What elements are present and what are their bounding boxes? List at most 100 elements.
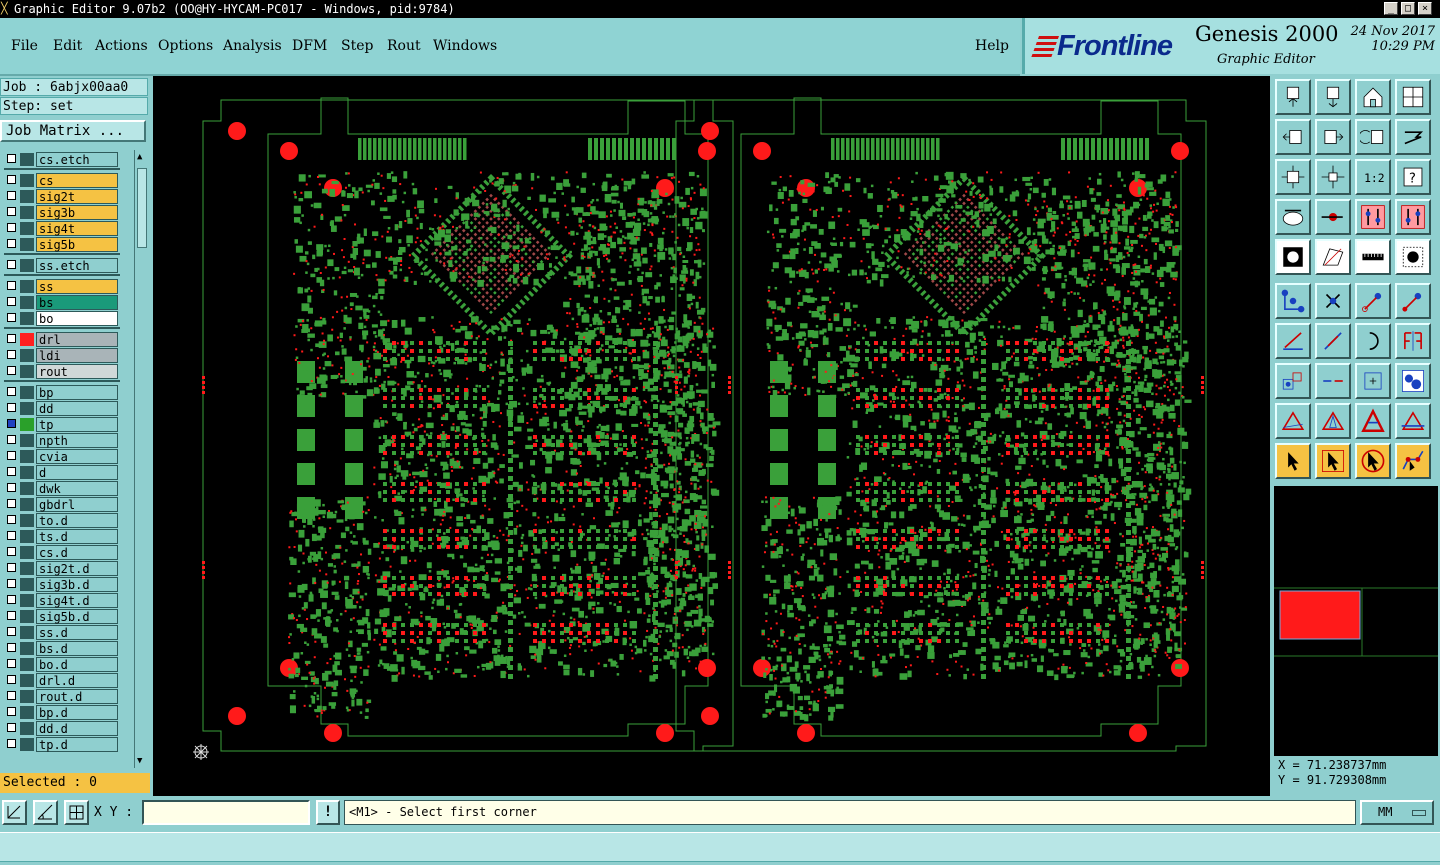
circle-tool-button[interactable] [1395,239,1431,275]
layer-checkbox[interactable] [7,595,16,604]
box-tool-button[interactable] [1355,363,1391,399]
menu-windows[interactable]: Windows [433,38,497,54]
layer-name[interactable]: rout.d [36,689,118,704]
layer-row-ts-d[interactable]: ts.d [4,529,120,544]
pointer-tool-button[interactable] [1275,443,1311,479]
layer-row-sig5b[interactable]: sig5b [4,237,120,252]
layer-checkbox[interactable] [7,675,16,684]
layer-checkbox[interactable] [7,451,16,460]
layer-color-swatch[interactable] [20,610,34,623]
layer-checkbox[interactable] [7,191,16,200]
layer-name[interactable]: bo.d [36,657,118,672]
layer-row-sig3b-d[interactable]: sig3b.d [4,577,120,592]
layer-row-bp[interactable]: bp [4,385,120,400]
layer-color-swatch[interactable] [20,312,34,325]
layer-checkbox[interactable] [7,467,16,476]
layer-color-swatch[interactable] [20,690,34,703]
layer-row-ss-d[interactable]: ss.d [4,625,120,640]
layer-checkbox[interactable] [7,419,16,428]
layer-name[interactable]: ss.etch [36,258,118,273]
layer-name[interactable]: sig5b.d [36,609,118,624]
polygon-tool-button[interactable] [1315,239,1351,275]
layer-color-swatch[interactable] [20,482,34,495]
menu-edit[interactable]: Edit [53,38,82,54]
layer-name[interactable]: drl.d [36,673,118,688]
xy-input[interactable] [142,800,310,825]
layer-color-swatch[interactable] [20,349,34,362]
layer-row-gbdrl[interactable]: gbdrl [4,497,120,512]
select-tool-button[interactable] [1315,443,1351,479]
job-matrix-button[interactable]: Job Matrix ... [0,120,146,142]
layer-color-swatch[interactable] [20,206,34,219]
layer-color-swatch[interactable] [20,498,34,511]
layer-row-tp[interactable]: tp [4,417,120,432]
layer-row-drl[interactable]: drl [4,332,120,347]
layer-checkbox[interactable] [7,691,16,700]
layer-checkbox[interactable] [7,297,16,306]
layer-row-bs-d[interactable]: bs.d [4,641,120,656]
layer-name[interactable]: dd.d [36,721,118,736]
maximize-button[interactable]: □ [1401,2,1415,15]
layer-name[interactable]: sig2t.d [36,561,118,576]
cross-tool-button[interactable] [1315,283,1351,319]
measure-tool-button[interactable] [1315,199,1351,235]
triangle3-tool-button[interactable] [1355,403,1391,439]
layer-name[interactable]: to.d [36,513,118,528]
layer-row-bp-d[interactable]: bp.d [4,705,120,720]
select2-tool-button[interactable] [1355,443,1391,479]
layer-name[interactable]: bo [36,311,118,326]
layer-row-to-d[interactable]: to.d [4,513,120,528]
layer-row-sig2t-d[interactable]: sig2t.d [4,561,120,576]
layer-color-swatch[interactable] [20,418,34,431]
layer-name[interactable]: gbdrl [36,497,118,512]
layer-name[interactable]: cs.d [36,545,118,560]
pan-down-tool-button[interactable] [1315,79,1351,115]
layer-checkbox[interactable] [7,403,16,412]
pan-up-tool-button[interactable] [1275,79,1311,115]
layer-color-swatch[interactable] [20,722,34,735]
layer-name[interactable]: bs.d [36,641,118,656]
layer-name[interactable]: bp.d [36,705,118,720]
home-tool-button[interactable] [1355,79,1391,115]
layer-color-swatch[interactable] [20,190,34,203]
help-tool-button[interactable]: ? [1395,159,1431,195]
layer-row-sig2t[interactable]: sig2t [4,189,120,204]
move-tool-button[interactable] [1355,283,1391,319]
layer-row-rout[interactable]: rout [4,364,120,379]
scroll-up-icon[interactable]: ▲ [137,152,142,162]
layer-row-bo[interactable]: bo [4,311,120,326]
layer-row-dd[interactable]: dd [4,401,120,416]
ruler-tool-button[interactable] [1355,239,1391,275]
menu-rout[interactable]: Rout [387,38,421,54]
layer-name[interactable]: cvia [36,449,118,464]
pcb-view[interactable] [153,76,1270,796]
layer-color-swatch[interactable] [20,402,34,415]
layer-name[interactable]: ss [36,279,118,294]
layer-row-cvia[interactable]: cvia [4,449,120,464]
minimap-view[interactable] [1274,486,1438,761]
layer-color-swatch[interactable] [20,530,34,543]
zoom-home-tool-button[interactable] [1315,159,1351,195]
layer-checkbox[interactable] [7,239,16,248]
layer-checkbox[interactable] [7,350,16,359]
layer-row-sig4t-d[interactable]: sig4t.d [4,593,120,608]
layer-name[interactable]: ldi [36,348,118,363]
layer-checkbox[interactable] [7,435,16,444]
layer-color-swatch[interactable] [20,333,34,346]
layer-row-cs[interactable]: cs [4,173,120,188]
layer-name[interactable]: sig5b [36,237,118,252]
layer-color-swatch[interactable] [20,594,34,607]
undo-view-tool-button[interactable] [1355,119,1391,155]
layer-color-swatch[interactable] [20,365,34,378]
window-tool-button[interactable] [1395,79,1431,115]
layer-row-bs[interactable]: bs [4,295,120,310]
arc-tool-button[interactable] [1355,323,1391,359]
layer-color-swatch[interactable] [20,386,34,399]
layer-color-swatch[interactable] [20,280,34,293]
layer-row-ss[interactable]: ss [4,279,120,294]
layer-checkbox[interactable] [7,627,16,636]
layer-color-swatch[interactable] [20,174,34,187]
snap-angle-icon[interactable] [33,800,58,825]
layer-name[interactable]: cs [36,173,118,188]
layer-color-swatch[interactable] [20,259,34,272]
